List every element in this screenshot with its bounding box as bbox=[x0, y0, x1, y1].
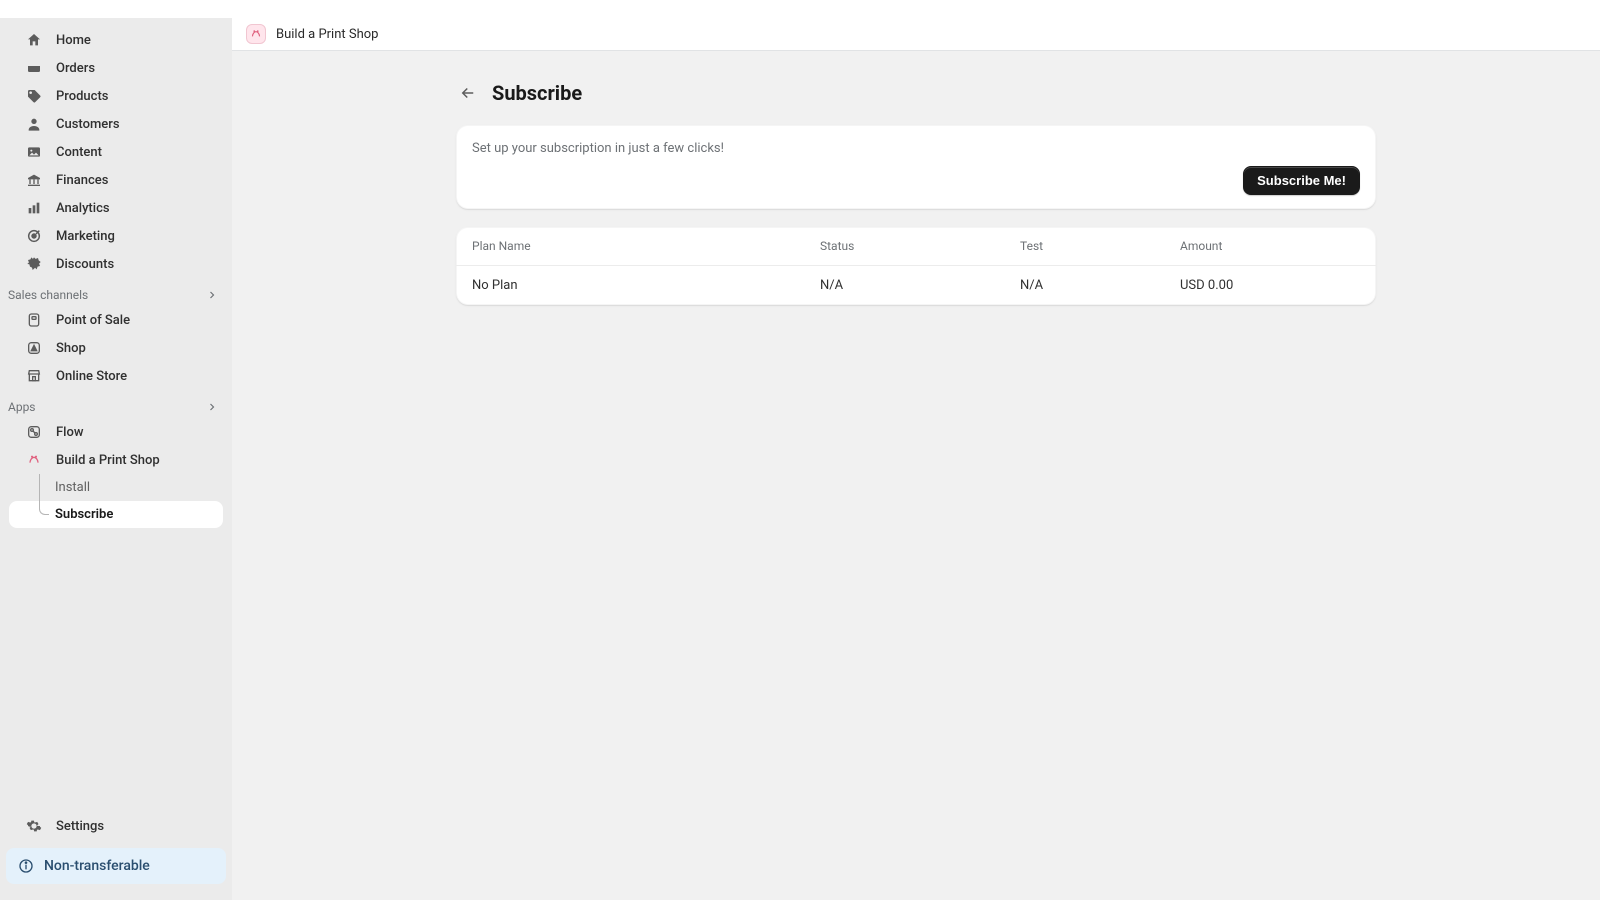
discount-icon bbox=[26, 256, 42, 272]
user-icon bbox=[26, 116, 42, 132]
sidebar-item-content[interactable]: Content bbox=[6, 138, 226, 166]
sidebar-item-finances[interactable]: Finances bbox=[6, 166, 226, 194]
store-icon bbox=[26, 368, 42, 384]
back-button[interactable] bbox=[456, 81, 480, 105]
col-plan-header: Plan Name bbox=[472, 239, 820, 253]
sidebar-item-online-store[interactable]: Online Store bbox=[6, 362, 226, 390]
table-header-row: Plan Name Status Test Amount bbox=[456, 227, 1376, 266]
subnav-label: Subscribe bbox=[55, 507, 113, 522]
section-sales-channels[interactable]: Sales channels bbox=[0, 278, 232, 306]
subscribe-card: Set up your subscription in just a few c… bbox=[456, 125, 1376, 209]
home-icon bbox=[26, 32, 42, 48]
sidebar-item-products[interactable]: Products bbox=[6, 82, 226, 110]
sidebar-item-label: Discounts bbox=[56, 257, 114, 272]
sidebar-item-orders[interactable]: Orders bbox=[6, 54, 226, 82]
cell-test: N/A bbox=[1020, 278, 1180, 293]
info-icon bbox=[18, 858, 34, 874]
cell-plan: No Plan bbox=[472, 278, 820, 293]
orders-icon bbox=[26, 60, 42, 76]
section-label: Sales channels bbox=[8, 288, 88, 302]
bank-icon bbox=[26, 172, 42, 188]
info-pill[interactable]: Non-transferable bbox=[6, 848, 226, 884]
sidebar-item-label: Products bbox=[56, 89, 108, 104]
sidebar-item-label: Flow bbox=[56, 425, 84, 440]
app-logo-icon bbox=[246, 24, 266, 44]
subnav-item-subscribe[interactable]: Subscribe bbox=[9, 501, 223, 528]
tree-connector-icon bbox=[39, 501, 49, 515]
col-amount-header: Amount bbox=[1180, 239, 1360, 253]
target-icon bbox=[26, 228, 42, 244]
sidebar: Home Orders Products Customers bbox=[0, 18, 232, 900]
sidebar-item-shop[interactable]: Shop bbox=[6, 334, 226, 362]
sidebar-item-label: Analytics bbox=[56, 201, 110, 216]
sidebar-item-settings[interactable]: Settings bbox=[6, 812, 226, 840]
sidebar-item-label: Finances bbox=[56, 173, 108, 188]
sidebar-item-label: Marketing bbox=[56, 229, 115, 244]
content-icon bbox=[26, 144, 42, 160]
sidebar-item-label: Shop bbox=[56, 341, 86, 356]
sidebar-item-label: Settings bbox=[56, 819, 104, 834]
sidebar-item-label: Build a Print Shop bbox=[56, 453, 160, 468]
subnav-item-install[interactable]: Install bbox=[9, 474, 223, 501]
sidebar-item-home[interactable]: Home bbox=[6, 26, 226, 54]
sidebar-item-label: Home bbox=[56, 33, 91, 48]
content-area: Build a Print Shop Subscribe Set up your… bbox=[232, 18, 1600, 900]
section-label: Apps bbox=[8, 400, 36, 414]
section-apps[interactable]: Apps bbox=[0, 390, 232, 418]
info-pill-label: Non-transferable bbox=[44, 858, 150, 874]
cell-status: N/A bbox=[820, 278, 1020, 293]
arrow-left-icon bbox=[459, 84, 477, 102]
analytics-icon bbox=[26, 200, 42, 216]
cell-amount: USD 0.00 bbox=[1180, 278, 1360, 293]
sidebar-item-label: Online Store bbox=[56, 369, 127, 384]
sidebar-item-discounts[interactable]: Discounts bbox=[6, 250, 226, 278]
sidebar-item-marketing[interactable]: Marketing bbox=[6, 222, 226, 250]
subscribe-description: Set up your subscription in just a few c… bbox=[472, 141, 1360, 156]
flow-icon bbox=[26, 424, 42, 440]
pos-icon bbox=[26, 312, 42, 328]
col-test-header: Test bbox=[1020, 239, 1180, 253]
shop-icon bbox=[26, 340, 42, 356]
sidebar-item-flow[interactable]: Flow bbox=[6, 418, 226, 446]
sidebar-item-label: Customers bbox=[56, 117, 120, 132]
sidebar-item-label: Content bbox=[56, 145, 102, 160]
gear-icon bbox=[26, 818, 42, 834]
sidebar-item-label: Point of Sale bbox=[56, 313, 130, 328]
subscribe-button[interactable]: Subscribe Me! bbox=[1243, 166, 1360, 195]
chevron-right-icon bbox=[206, 289, 218, 301]
breadcrumb: Build a Print Shop bbox=[232, 18, 1600, 51]
table-row: No Plan N/A N/A USD 0.00 bbox=[456, 266, 1376, 305]
page-title: Subscribe bbox=[492, 81, 582, 105]
top-whitespace bbox=[0, 0, 1600, 18]
sidebar-item-label: Orders bbox=[56, 61, 95, 76]
chevron-right-icon bbox=[206, 401, 218, 413]
col-status-header: Status bbox=[820, 239, 1020, 253]
print-shop-icon bbox=[26, 452, 42, 468]
plans-table: Plan Name Status Test Amount No Plan N/A… bbox=[456, 227, 1376, 305]
sidebar-item-customers[interactable]: Customers bbox=[6, 110, 226, 138]
sidebar-item-print-shop[interactable]: Build a Print Shop bbox=[6, 446, 226, 474]
tree-connector-icon bbox=[39, 474, 49, 501]
subnav-label: Install bbox=[55, 480, 90, 495]
tag-icon bbox=[26, 88, 42, 104]
breadcrumb-app-name[interactable]: Build a Print Shop bbox=[276, 27, 378, 42]
sidebar-item-analytics[interactable]: Analytics bbox=[6, 194, 226, 222]
sidebar-item-pos[interactable]: Point of Sale bbox=[6, 306, 226, 334]
